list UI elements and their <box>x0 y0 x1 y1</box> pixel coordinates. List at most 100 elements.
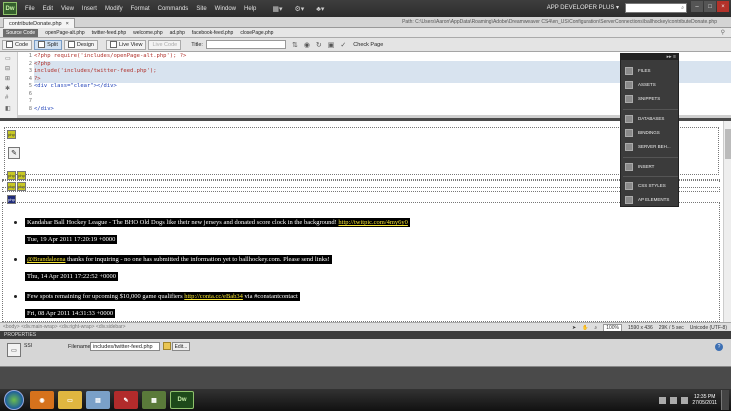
workspace-switcher[interactable]: APP DEVELOPER PLUS ▾ <box>547 4 619 11</box>
layout-icon[interactable]: ▦▾ <box>272 5 282 13</box>
filename-input[interactable]: includes/twitter-feed.php <box>90 342 160 351</box>
related-file[interactable]: openPage-alt.php <box>45 30 84 36</box>
menu-insert[interactable]: Insert <box>82 6 97 12</box>
app-icon[interactable]: ▤ <box>86 391 110 409</box>
panel-snippets[interactable]: SNIPPETS <box>621 92 680 105</box>
code-view-button[interactable]: Code <box>2 39 33 50</box>
related-file[interactable]: welcome.php <box>133 30 162 36</box>
snippets-icon <box>625 94 633 103</box>
firefox-icon[interactable]: ◉ <box>30 391 54 409</box>
network-icon[interactable] <box>670 396 678 404</box>
select-parent-icon[interactable]: ✱ <box>5 85 10 92</box>
panel-header[interactable]: ▸▸ ≡ <box>621 54 678 60</box>
show-desktop-button[interactable] <box>721 390 729 410</box>
volume-icon[interactable] <box>681 396 689 404</box>
selected-php-icon[interactable]: php <box>7 195 16 204</box>
site-icon[interactable]: ♣▾ <box>316 5 324 13</box>
related-file[interactable]: facebook-feed.php <box>192 30 233 36</box>
menu-site[interactable]: Site <box>196 6 206 12</box>
panel-files[interactable]: FILES <box>621 64 680 77</box>
design-view-label: Design <box>76 41 94 48</box>
panel-ap-elements[interactable]: AP ELEMENTS <box>621 193 680 206</box>
folder-icon[interactable] <box>163 342 171 350</box>
tweet-list: Kandahar Ball Hockey League - The BHO Ol… <box>14 218 654 322</box>
scrollbar-thumb[interactable] <box>725 129 731 159</box>
help-icon[interactable]: ? <box>715 343 723 351</box>
php-code-icon[interactable]: php <box>7 130 16 139</box>
filter-icon[interactable]: ⚲ <box>721 29 725 36</box>
menu-format[interactable]: Format <box>131 6 150 12</box>
collapse-icon[interactable]: ⊟ <box>5 65 10 72</box>
image-placeholder-icon[interactable]: ✎ <box>8 147 20 159</box>
dreamweaver-taskbar-button[interactable]: Dw <box>170 391 194 409</box>
tweet-date: Tue, 19 Apr 2011 17:20:19 +0000 <box>25 235 118 244</box>
globe-icon <box>109 41 117 48</box>
line-number: 7 <box>28 98 32 104</box>
panel-insert[interactable]: INSERT <box>621 160 680 173</box>
tag-selector[interactable]: <body> <div.main-wrap> <div.right-wrap> … <box>3 324 126 330</box>
php-code-icon[interactable]: php <box>7 171 16 180</box>
php-code-icon[interactable]: php <box>17 171 26 180</box>
search-input[interactable]: ⌕ <box>625 3 687 13</box>
tweet-text: @Brandaleena thanks for inquiring - no o… <box>25 255 332 264</box>
maximize-button[interactable]: □ <box>704 1 716 12</box>
panel-bindings[interactable]: BINDINGS <box>621 126 680 139</box>
visual-aids-icon[interactable]: ▣ <box>328 41 335 49</box>
app-icon[interactable]: ▦ <box>142 391 166 409</box>
document-tab[interactable]: contributeDonate.php × <box>3 18 75 28</box>
menu-edit[interactable]: Edit <box>43 6 53 12</box>
refresh-icon[interactable]: ↻ <box>316 41 322 49</box>
close-button[interactable]: × <box>717 1 729 12</box>
related-file[interactable]: closePage.php <box>240 30 273 36</box>
tweet-link[interactable]: http://conta.cc/eBab34 <box>184 293 243 300</box>
live-view-button[interactable]: Live View <box>105 39 147 50</box>
ssi-label: SSI <box>24 343 33 349</box>
check-page-button[interactable]: Check Page <box>350 40 386 50</box>
tweet-link[interactable]: @Brandaleena <box>27 256 65 263</box>
dreamweaver-logo: Dw <box>3 2 17 15</box>
line-numbers-icon[interactable]: # <box>5 95 8 101</box>
start-button[interactable] <box>4 390 24 410</box>
design-scrollbar[interactable] <box>723 121 731 322</box>
clock[interactable]: 12:35 PM 27/05/2011 <box>692 394 717 406</box>
tray-icon[interactable] <box>659 396 667 404</box>
panel-server-behaviors-label: SERVER BEH... <box>638 144 671 149</box>
edit-button[interactable]: Edit... <box>172 342 190 351</box>
minimize-button[interactable]: – <box>691 1 703 12</box>
floating-panel-dock: ▸▸ ≡ FILES ASSETS SNIPPETS DATABASES BIN… <box>620 53 679 207</box>
title-label: Title: <box>191 41 203 48</box>
file-management-icon[interactable]: ⇅ <box>292 41 298 49</box>
panel-css-styles[interactable]: CSS STYLES <box>621 179 680 192</box>
menu-view[interactable]: View <box>61 6 74 12</box>
design-view-button[interactable]: Design <box>63 39 98 50</box>
related-file[interactable]: twitter-feed.php <box>92 30 126 36</box>
open-docs-icon[interactable]: ▭ <box>5 55 11 62</box>
pdf-icon[interactable]: ✎ <box>114 391 138 409</box>
live-code-button[interactable]: Live Code <box>148 39 182 50</box>
explorer-folder-icon[interactable]: ▭ <box>58 391 82 409</box>
expand-icon[interactable]: ⊞ <box>5 75 10 82</box>
related-file[interactable]: ad.php <box>170 30 185 36</box>
split-view-button[interactable]: Split <box>34 39 62 50</box>
properties-header[interactable]: PROPERTIES <box>0 331 731 339</box>
clear-div <box>2 187 720 192</box>
menu-file[interactable]: File <box>25 6 35 12</box>
document-tab-bar: contributeDonate.php × Path: C:\Users\Aa… <box>0 17 731 28</box>
source-code-tab[interactable]: Source Code <box>3 28 39 37</box>
menu-modify[interactable]: Modify <box>105 6 123 12</box>
menu-commands[interactable]: Commands <box>158 6 189 12</box>
menu-window[interactable]: Window <box>215 6 236 12</box>
panel-assets[interactable]: ASSETS <box>621 78 680 91</box>
comment-icon[interactable]: ◧ <box>5 105 11 112</box>
validate-icon[interactable]: ✓ <box>340 41 346 49</box>
panel-separator <box>623 157 678 158</box>
extend-icon[interactable]: ⚙▾ <box>294 5 304 13</box>
preview-icon[interactable]: ◉ <box>304 41 310 49</box>
panel-server-behaviors[interactable]: SERVER BEH... <box>621 140 680 153</box>
title-input[interactable] <box>205 40 286 49</box>
tweet-link[interactable]: http://twitpic.com/4my6y0 <box>338 219 408 226</box>
panel-databases[interactable]: DATABASES <box>621 112 680 125</box>
bullet <box>14 258 17 261</box>
close-tab-icon[interactable]: × <box>66 21 69 27</box>
menu-help[interactable]: Help <box>244 6 256 12</box>
